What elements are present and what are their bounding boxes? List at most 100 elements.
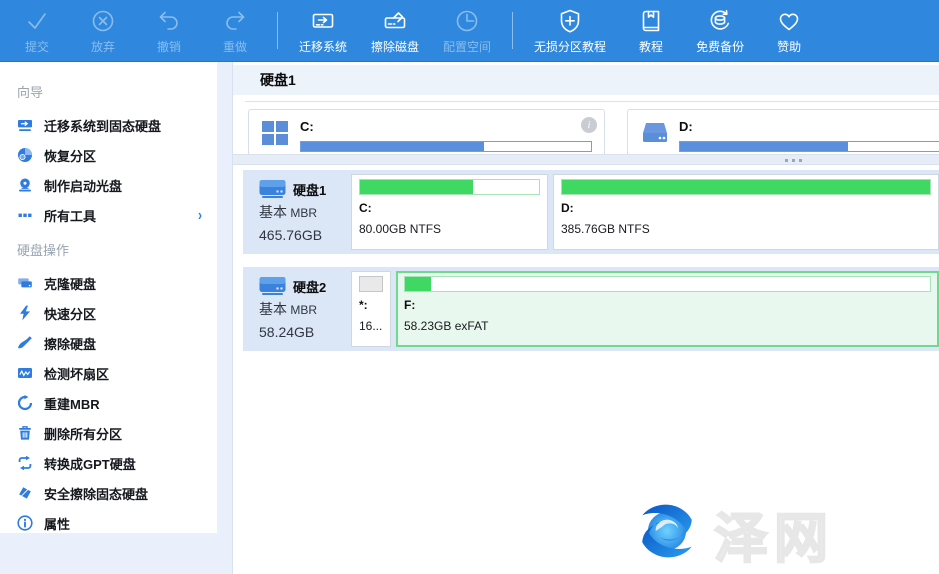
sidebar-item-label: 属性	[44, 514, 70, 533]
toolbar-button-wipe-disk[interactable]: 擦除磁盘	[359, 0, 431, 61]
disk-info-panel[interactable]: 硬盘1基本 MBR465.76GB	[247, 174, 346, 250]
toolbar-button-label: 提交	[25, 38, 49, 55]
sidebar-item-label: 安全擦除固态硬盘	[44, 484, 148, 503]
wipe-disk-icon	[381, 7, 409, 35]
clone-disk-icon	[17, 275, 33, 291]
partition-block-C[interactable]: C: 80.00GB NTFS	[351, 174, 548, 250]
disk-name: 硬盘1	[293, 180, 326, 199]
toolbar-separator	[277, 12, 278, 49]
partition-usage-bar	[561, 179, 931, 195]
recover-partition-icon	[17, 147, 33, 163]
partition-label: C:	[359, 201, 540, 215]
convert-gpt-icon	[17, 455, 33, 471]
disk-drive-icon	[259, 179, 286, 199]
sidebar-item-delete-all[interactable]: 删除所有分区	[0, 418, 217, 448]
partition-manager-window: 提交放弃撤销重做迁移系统擦除磁盘配置空间无损分区教程教程免费备份赞助 向导迁移系…	[0, 0, 939, 574]
toolbar-button-undo: 撤销	[136, 0, 202, 61]
swirl-logo-icon	[628, 495, 706, 572]
disk-size: 58.24GB	[259, 324, 346, 340]
overview-splitter[interactable]	[233, 154, 939, 165]
disk-row: 硬盘2 基本 MBR 58.24GB *:16... F: 58.23GB exFAT	[243, 267, 939, 351]
heart-icon	[775, 7, 803, 35]
toolbar-button-backup[interactable]: 免费备份	[684, 0, 756, 61]
migrate-os-icon	[309, 7, 337, 35]
partition-label: *:	[359, 298, 383, 312]
book-icon	[637, 7, 665, 35]
overview-card-C[interactable]: C:i	[248, 109, 605, 154]
overview-volume-label: D:	[679, 119, 939, 134]
sidebar-item-label: 删除所有分区	[44, 424, 122, 443]
sidebar-item-label: 克隆硬盘	[44, 274, 96, 293]
sidebar-item-label: 恢复分区	[44, 146, 96, 165]
watermark: 泽网	[628, 494, 834, 573]
partition-usage-bar	[404, 276, 931, 292]
sidebar-item-convert-gpt[interactable]: 转换成GPT硬盘	[0, 448, 217, 478]
divider-line	[245, 101, 939, 102]
partition-size-fs: 80.00GB NTFS	[359, 222, 540, 236]
windows-logo-icon	[261, 119, 289, 147]
disk-row: 硬盘1基本 MBR465.76GB C: 80.00GB NTFS D:385.76G…	[243, 170, 939, 254]
toolbar-button-book[interactable]: 教程	[618, 0, 684, 61]
sidebar-item-label: 制作启动光盘	[44, 176, 122, 195]
toolbar-button-cancel: 放弃	[70, 0, 136, 61]
check-icon	[23, 7, 51, 35]
disk-info-panel[interactable]: 硬盘2 基本 MBR 58.24GB	[247, 271, 346, 347]
toolbar-button-migrate-os[interactable]: 迁移系统	[287, 0, 359, 61]
sidebar-item-recover-partition[interactable]: 恢复分区	[0, 140, 217, 170]
sidebar-item-migrate-ssd[interactable]: 迁移系统到固态硬盘	[0, 110, 217, 140]
sidebar-item-clone-disk[interactable]: 克隆硬盘	[0, 268, 217, 298]
overview-card-D[interactable]: D:	[627, 109, 939, 154]
toolbar-button-redo: 重做	[202, 0, 268, 61]
content: 向导迁移系统到固态硬盘恢复分区制作启动光盘所有工具›硬盘操作克隆硬盘快速分区擦除…	[0, 62, 939, 574]
sidebar-item-quick-partition[interactable]: 快速分区	[0, 298, 217, 328]
toolbar-button-label: 无损分区教程	[534, 38, 606, 55]
toolbar: 提交 放弃撤销 重做迁移系统擦除磁盘配置空间 无损分区教程教程免费备份赞助	[0, 0, 939, 62]
partition-usage-fill	[562, 180, 930, 194]
splitter-grip-icon[interactable]	[785, 159, 802, 162]
sidebar-panel: 向导迁移系统到固态硬盘恢复分区制作启动光盘所有工具›硬盘操作克隆硬盘快速分区擦除…	[0, 62, 217, 533]
sidebar-item-all-tools[interactable]: 所有工具›	[0, 200, 217, 230]
sidebar-item-bootable-media[interactable]: 制作启动光盘	[0, 170, 217, 200]
sidebar: 向导迁移系统到固态硬盘恢复分区制作启动光盘所有工具›硬盘操作克隆硬盘快速分区擦除…	[0, 62, 233, 574]
cancel-icon	[89, 7, 117, 35]
toolbar-button-heart[interactable]: 赞助	[756, 0, 822, 61]
rebuild-mbr-icon	[17, 395, 33, 411]
toolbar-button-allocate-space: 配置空间	[431, 0, 503, 61]
migrate-ssd-icon	[17, 117, 33, 133]
drive-icon	[640, 119, 668, 147]
disk-name: 硬盘2	[293, 277, 326, 296]
overview-usage-bar	[679, 141, 939, 152]
toolbar-button-label: 免费备份	[696, 38, 744, 55]
sidebar-item-label: 所有工具	[44, 206, 96, 225]
partition-label: D:	[561, 201, 931, 215]
info-icon[interactable]: i	[581, 117, 597, 133]
partition-block-unnamed[interactable]: *:16...	[351, 271, 391, 347]
toolbar-button-shield-plus[interactable]: 无损分区教程	[522, 0, 618, 61]
disk-size: 465.76GB	[259, 227, 346, 243]
main-area: 硬盘1 C:iD: 硬盘1基本 MBR465.76GBC:80.00GB NTF…	[233, 62, 939, 574]
partition-block-D[interactable]: D:385.76GB NTFS	[553, 174, 939, 250]
disk-drive-icon	[259, 276, 286, 296]
disk-type: 基本 MBR	[259, 299, 346, 319]
toolbar-separator	[512, 12, 513, 49]
partition-usage-fill	[360, 277, 382, 291]
disk-tab-bar[interactable]: 硬盘1	[233, 65, 939, 95]
sidebar-item-properties[interactable]: 属性	[0, 508, 217, 538]
sidebar-item-wipe-brush[interactable]: 擦除硬盘	[0, 328, 217, 358]
sidebar-item-label: 转换成GPT硬盘	[44, 454, 136, 473]
partition-usage-fill	[360, 180, 473, 194]
disk-tab-label: 硬盘1	[260, 70, 296, 90]
partition-size-fs: 58.23GB exFAT	[404, 319, 931, 333]
partition-block-F[interactable]: F: 58.23GB exFAT	[396, 271, 939, 347]
toolbar-button-label: 配置空间	[443, 38, 491, 55]
secure-erase-icon	[17, 485, 33, 501]
sidebar-item-secure-erase[interactable]: 安全擦除固态硬盘	[0, 478, 217, 508]
sidebar-item-rebuild-mbr[interactable]: 重建MBR	[0, 388, 217, 418]
shield-plus-icon	[556, 7, 584, 35]
overview-volume-label: C:	[300, 119, 592, 134]
toolbar-button-label: 撤销	[157, 38, 181, 55]
toolbar-button-label: 迁移系统	[299, 38, 347, 55]
partition-label: F:	[404, 298, 931, 312]
sidebar-item-surface-test[interactable]: 检测坏扇区	[0, 358, 217, 388]
allocate-space-icon	[453, 7, 481, 35]
